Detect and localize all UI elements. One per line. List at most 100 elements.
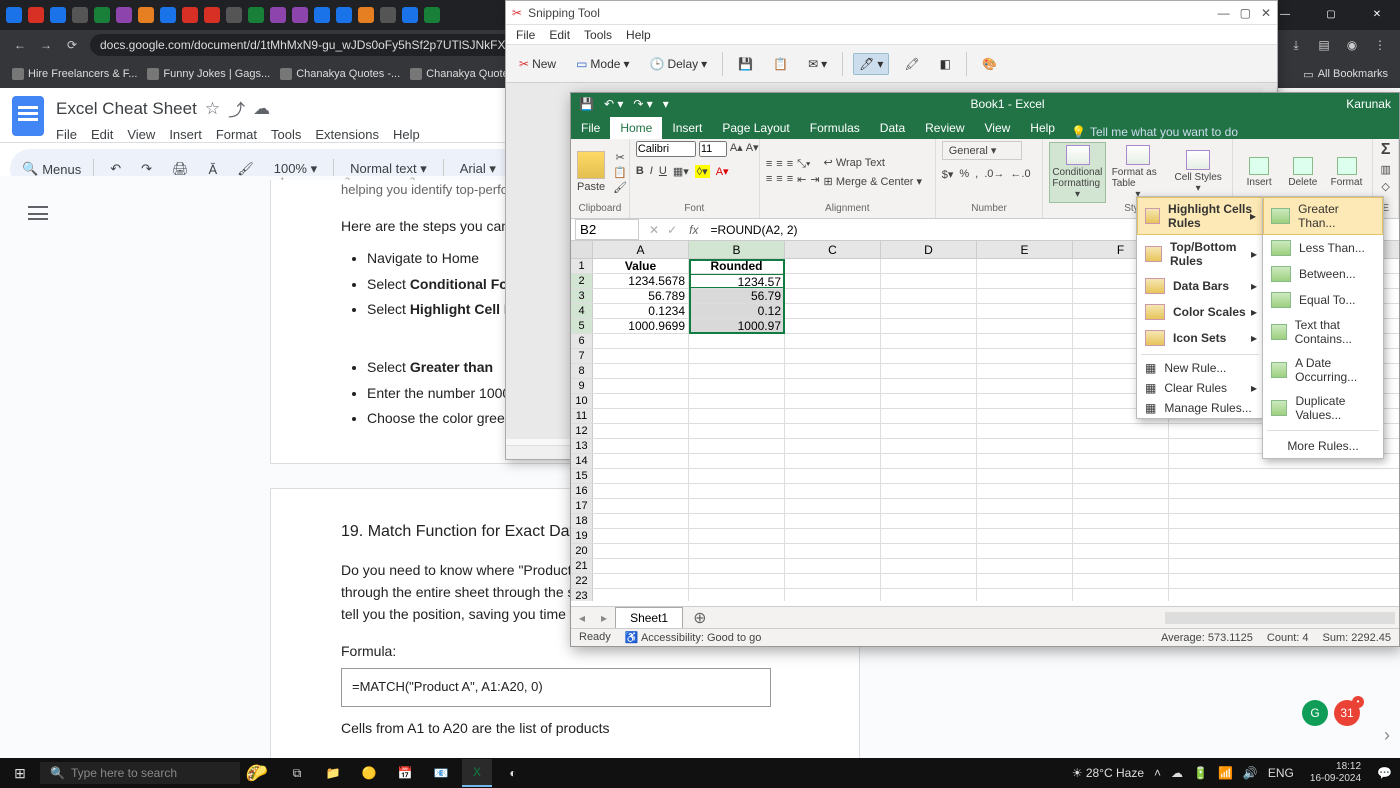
row-header[interactable]: 5 [571,319,593,333]
cell[interactable] [881,289,977,303]
italic-button[interactable]: I [650,165,653,178]
cell[interactable] [593,514,689,528]
cell[interactable] [881,394,977,408]
cell-styles-button[interactable]: Cell Styles ▾ [1170,148,1226,196]
row-header[interactable]: 20 [571,544,593,558]
cell[interactable] [881,529,977,543]
tab-favicon[interactable] [160,7,176,23]
cell[interactable] [785,349,881,363]
cell[interactable] [689,544,785,558]
file-explorer-icon[interactable]: 📁 [318,759,348,787]
snip-menu-tools[interactable]: Tools [584,28,612,42]
rule-more-rules[interactable]: More Rules... [1263,434,1383,458]
side-panel-icon[interactable]: ▤ [1316,38,1332,53]
cell[interactable] [977,409,1073,423]
cell[interactable] [785,364,881,378]
snip-mode-button[interactable]: ▭Mode ▾ [571,54,634,74]
menu-help[interactable]: Help [393,127,420,142]
rule-greater-than[interactable]: Greater Than... [1263,197,1383,235]
excel-save-icon[interactable]: 💾 [579,97,594,111]
cell[interactable] [881,544,977,558]
snip-menu-help[interactable]: Help [626,28,651,42]
row-header[interactable]: 13 [571,439,593,453]
cell[interactable] [593,394,689,408]
tab-favicon[interactable] [424,7,440,23]
cell[interactable] [1073,439,1169,453]
row-header[interactable]: 14 [571,454,593,468]
start-button[interactable]: ⊞ [0,765,40,782]
row-header[interactable]: 3 [571,289,593,303]
row-header[interactable]: 7 [571,349,593,363]
cell[interactable] [1073,484,1169,498]
cell[interactable] [689,499,785,513]
conditional-formatting-button[interactable]: Conditional Formatting ▾ [1049,142,1105,203]
excel-icon[interactable]: X [462,759,492,787]
comma-format-icon[interactable]: , [975,168,978,181]
cell[interactable] [977,424,1073,438]
insert-cells-button[interactable]: Insert [1239,157,1279,188]
cell[interactable] [593,364,689,378]
cell[interactable] [977,529,1073,543]
ribbon-tab-view[interactable]: View [975,117,1021,139]
merge-center-button[interactable]: ⊞ Merge & Center ▾ [824,175,923,188]
cell[interactable] [977,544,1073,558]
tab-favicon[interactable] [116,7,132,23]
rule-text-contains[interactable]: Text that Contains... [1263,313,1383,351]
indent-increase-icon[interactable]: ⇥ [810,173,819,186]
align-bottom-icon[interactable]: ≡ [787,158,793,171]
bookmark-item[interactable]: Funny Jokes | Gags... [147,68,270,80]
row-header[interactable]: 18 [571,514,593,528]
snip-menu-file[interactable]: File [516,28,535,42]
cell[interactable] [881,589,977,601]
snip-save-button[interactable]: 💾 [733,54,758,74]
cell[interactable] [1073,574,1169,588]
grammarly-icon[interactable]: G [1302,700,1328,726]
align-left-icon[interactable]: ≡ [766,173,772,186]
cf-highlight-cells-rules[interactable]: Highlight Cells Rules▸ [1137,197,1263,235]
cell[interactable] [785,289,881,303]
cf-color-scales[interactable]: Color Scales▸ [1137,299,1263,325]
font-name-input[interactable] [636,141,696,157]
row-header[interactable]: 9 [571,379,593,393]
font-increase-icon[interactable]: A▴ [730,141,743,157]
task-view-icon[interactable]: ⧉ [282,759,312,787]
font-color-button[interactable]: A▾ [716,165,729,178]
cloud-icon[interactable]: ☁ [253,99,270,119]
cell[interactable] [785,499,881,513]
wifi-icon[interactable]: 📶 [1218,766,1233,780]
cell[interactable] [1073,499,1169,513]
cell[interactable] [689,364,785,378]
cell[interactable] [977,589,1073,601]
cell[interactable] [785,379,881,393]
snip-minimize[interactable]: — [1218,6,1230,20]
cell[interactable] [689,349,785,363]
row-header[interactable]: 17 [571,499,593,513]
cell[interactable]: 56.79 [689,289,785,303]
cell[interactable] [785,334,881,348]
cell[interactable] [881,574,977,588]
highlight-cells-submenu[interactable]: Greater Than... Less Than... Between... … [1262,196,1384,459]
cf-icon-sets[interactable]: Icon Sets▸ [1137,325,1263,351]
bookmark-item[interactable]: Chanakya Quotes [410,68,514,80]
ribbon-tab-home[interactable]: Home [610,117,662,139]
cell[interactable] [977,289,1073,303]
cell[interactable] [881,424,977,438]
col-header-b[interactable]: B [689,241,785,258]
bold-button[interactable]: B [636,165,644,178]
cell[interactable] [881,484,977,498]
chrome-icon[interactable]: 🟡 [354,759,384,787]
cell[interactable] [593,544,689,558]
decrease-decimal-icon[interactable]: ←.0 [1010,168,1030,181]
cf-top-bottom-rules[interactable]: Top/Bottom Rules▸ [1137,235,1263,273]
app-icon[interactable]: ◐ [498,759,528,787]
onedrive-icon[interactable]: ☁ [1171,766,1183,780]
conditional-formatting-menu[interactable]: Highlight Cells Rules▸ Top/Bottom Rules▸… [1136,196,1264,419]
chrome-menu-icon[interactable]: ⋮ [1372,38,1388,53]
align-right-icon[interactable]: ≡ [787,173,793,186]
cell[interactable] [881,409,977,423]
row-header[interactable]: 1 [571,259,593,273]
cell[interactable] [977,319,1073,333]
cell[interactable]: 56.789 [593,289,689,303]
cell[interactable] [785,514,881,528]
cell[interactable] [785,319,881,333]
